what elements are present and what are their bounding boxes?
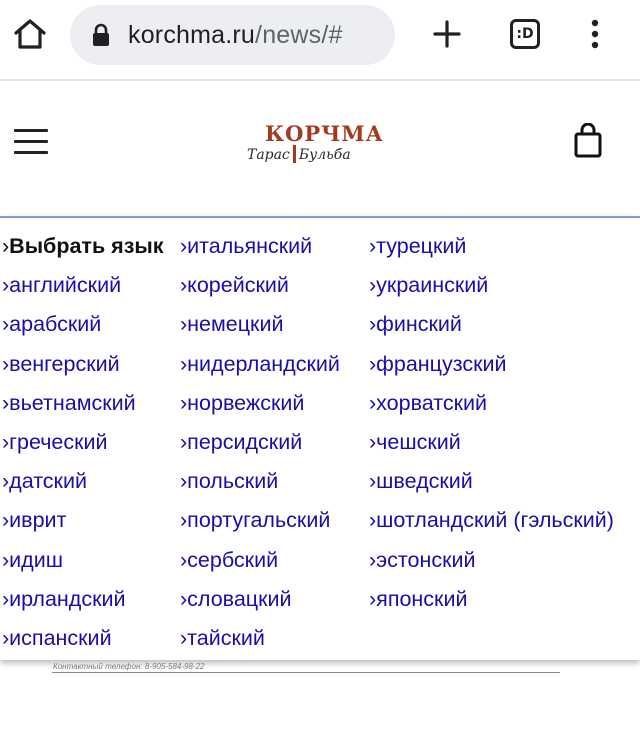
more-vert-icon <box>591 19 599 49</box>
language-option[interactable]: ›японский <box>369 583 614 622</box>
tab-switcher-label: :D <box>516 26 534 42</box>
language-option[interactable]: ›хорватский <box>369 387 614 426</box>
language-dropdown: ›Выбрать язык ›английский ›арабский ›венгер… <box>0 216 640 660</box>
site-logo[interactable]: КОРЧМА Тарас Бульба <box>247 121 387 165</box>
language-column-2: ›итальянский ›корейский ›немецкий ›нидерлан… <box>180 230 340 661</box>
language-label: ирландский <box>9 586 126 611</box>
language-option[interactable]: ›финский <box>369 308 614 347</box>
language-option[interactable]: ›арабский <box>2 308 164 347</box>
language-label: эстонский <box>376 547 476 572</box>
language-label: английский <box>9 273 122 298</box>
language-option[interactable]: ›идиш <box>2 544 164 583</box>
language-option[interactable]: ›итальянский <box>180 230 340 269</box>
logo-separator <box>292 145 296 163</box>
home-button[interactable] <box>10 14 50 54</box>
language-label: португальский <box>187 508 331 533</box>
language-label: Выбрать язык <box>9 234 164 258</box>
language-option[interactable]: ›турецкий <box>369 230 614 269</box>
logo-subtitle: Тарас Бульба <box>247 145 351 163</box>
language-label: сербский <box>187 547 279 572</box>
language-label: арабский <box>9 312 102 337</box>
tab-switcher-icon: :D <box>510 19 540 49</box>
language-label: шведский <box>376 469 473 494</box>
language-option[interactable]: ›норвежский <box>180 387 340 426</box>
language-label: венгерский <box>9 351 120 376</box>
language-label: французский <box>376 351 507 376</box>
language-label: греческий <box>9 429 108 454</box>
address-bar[interactable]: korchma.ru/news/# <box>70 5 395 65</box>
logo-sub-left: Тарас <box>247 147 290 163</box>
language-option[interactable]: ›французский <box>369 348 614 387</box>
language-label: словацкий <box>187 586 292 611</box>
language-option[interactable]: ›немецкий <box>180 308 340 347</box>
language-label: шотландский (гэльский) <box>376 508 614 533</box>
language-label: тайский <box>187 625 265 650</box>
home-icon <box>14 19 46 49</box>
browser-menu-button[interactable] <box>575 14 615 54</box>
language-option[interactable]: ›сербский <box>180 544 340 583</box>
language-option[interactable]: ›венгерский <box>2 348 164 387</box>
language-option[interactable]: ›вьетнамский <box>2 387 164 426</box>
language-label: вьетнамский <box>9 390 136 415</box>
site-header: КОРЧМА Тарас Бульба <box>0 81 640 216</box>
language-option[interactable]: ›чешский <box>369 426 614 465</box>
language-label: финский <box>376 312 462 337</box>
language-select-label[interactable]: ›Выбрать язык <box>2 230 164 269</box>
language-option[interactable]: ›английский <box>2 269 164 308</box>
language-label: персидский <box>187 429 303 454</box>
language-option[interactable]: ›греческий <box>2 426 164 465</box>
language-label: итальянский <box>187 234 313 258</box>
browser-toolbar: korchma.ru/news/# :D <box>0 0 640 72</box>
language-label: немецкий <box>187 312 284 337</box>
language-option[interactable]: ›датский <box>2 465 164 504</box>
language-label: нидерландский <box>187 351 340 376</box>
hamburger-menu-icon[interactable] <box>14 129 50 155</box>
footer-rule <box>52 672 560 673</box>
url-path: /news/# <box>255 21 343 49</box>
language-label: корейский <box>187 273 289 298</box>
language-option[interactable]: ›иврит <box>2 504 164 543</box>
url-text: korchma.ru/news/# <box>128 21 343 49</box>
language-option[interactable]: ›ирландский <box>2 583 164 622</box>
language-option[interactable]: ›украинский <box>369 269 614 308</box>
tab-switcher-button[interactable]: :D <box>505 14 545 54</box>
language-option[interactable]: ›эстонский <box>369 544 614 583</box>
language-option[interactable]: ›нидерландский <box>180 348 340 387</box>
logo-sub-right: Бульба <box>298 147 351 163</box>
new-tab-button[interactable] <box>427 14 467 54</box>
language-option[interactable]: ›словацкий <box>180 583 340 622</box>
plus-icon <box>433 20 461 48</box>
language-option[interactable]: ›польский <box>180 465 340 504</box>
contact-phone: Контактный телефон: 8-905-584-98-22 <box>53 662 205 671</box>
language-label: чешский <box>376 429 461 454</box>
lock-icon <box>93 23 109 46</box>
logo-title: КОРЧМА <box>265 121 384 146</box>
language-option[interactable]: ›испанский <box>2 622 164 661</box>
language-label: идиш <box>9 547 63 572</box>
language-option[interactable]: ›португальский <box>180 504 340 543</box>
language-label: норвежский <box>187 390 305 415</box>
language-option[interactable]: ›тайский <box>180 622 340 661</box>
language-label: польский <box>187 469 279 494</box>
language-option[interactable]: ›корейский <box>180 269 340 308</box>
language-column-3: ›турецкий ›украинский ›финский ›французский… <box>369 230 614 622</box>
language-label: турецкий <box>376 234 467 258</box>
language-option[interactable]: ›персидский <box>180 426 340 465</box>
language-option[interactable]: ›шотландский (гэльский) <box>369 504 614 543</box>
url-host: korchma.ru <box>128 21 256 49</box>
language-label: хорватский <box>376 390 488 415</box>
language-label: испанский <box>9 625 112 650</box>
language-label: датский <box>9 469 87 494</box>
language-label: украинский <box>376 273 489 298</box>
language-label: японский <box>376 586 468 611</box>
language-option[interactable]: ›шведский <box>369 465 614 504</box>
language-label: иврит <box>9 508 67 533</box>
shopping-bag-icon[interactable] <box>573 123 603 159</box>
language-column-1: ›Выбрать язык ›английский ›арабский ›венгер… <box>2 230 164 661</box>
